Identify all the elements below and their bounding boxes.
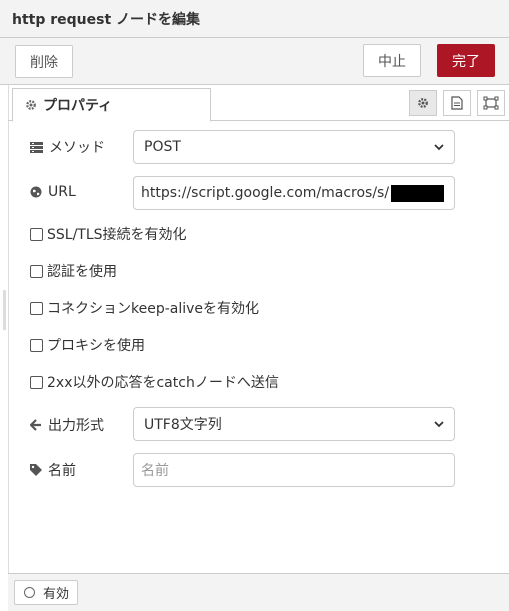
globe-icon: [30, 186, 42, 198]
catch-checkbox-row[interactable]: 2xx以外の応答をcatchノードへ送信: [30, 372, 279, 392]
tab-bar: プロパティ: [8, 85, 509, 122]
title-bar: http request ノードを編集: [0, 0, 509, 38]
tag-icon: [30, 464, 42, 476]
tls-checkbox-label: SSL/TLS接続を有効化: [47, 227, 187, 243]
delete-button[interactable]: 削除: [15, 45, 73, 78]
auth-checkbox-row[interactable]: 認証を使用: [30, 261, 117, 281]
footer: 有効: [8, 573, 509, 611]
output-select[interactable]: UTF8文字列: [133, 407, 455, 441]
url-value: https://script.google.com/macros/s/: [141, 185, 390, 201]
enable-toggle[interactable]: 有効: [14, 580, 78, 605]
url-label: URL: [30, 184, 133, 200]
keepalive-checkbox[interactable]: [30, 301, 43, 315]
proxy-checkbox-label: プロキシを使用: [47, 338, 145, 354]
resize-handle[interactable]: [3, 290, 6, 330]
tab-properties[interactable]: プロパティ: [12, 88, 211, 122]
frame-icon: [483, 96, 499, 110]
url-input[interactable]: https://script.google.com/macros/s/: [133, 176, 455, 210]
gear-icon: [418, 98, 428, 108]
method-value: POST: [144, 139, 181, 155]
proxy-checkbox-row[interactable]: プロキシを使用: [30, 335, 145, 355]
tab-properties-label: プロパティ: [43, 98, 113, 114]
document-icon: [451, 96, 463, 110]
window-title: http request ノードを編集: [12, 11, 201, 28]
catch-checkbox-label: 2xx以外の応答をcatchノードへ送信: [47, 375, 279, 391]
keepalive-checkbox-row[interactable]: コネクションkeep-aliveを有効化: [30, 298, 259, 318]
arrow-left-icon: [30, 419, 41, 431]
tls-checkbox-row[interactable]: SSL/TLS接続を有効化: [30, 224, 187, 244]
redaction-block: [391, 184, 444, 202]
name-row: 名前: [30, 460, 133, 480]
tls-checkbox[interactable]: [30, 227, 43, 241]
settings-tab-button[interactable]: [409, 90, 437, 116]
chevron-down-icon: [434, 144, 444, 151]
proxy-checkbox[interactable]: [30, 338, 43, 352]
name-input[interactable]: 名前: [133, 453, 455, 487]
list-icon: [30, 141, 43, 153]
gear-icon: [26, 100, 36, 110]
name-placeholder: 名前: [141, 463, 169, 479]
toolbar: 削除 中止 完了: [0, 38, 509, 85]
output-label: 出力形式: [30, 415, 133, 435]
method-select[interactable]: POST: [133, 130, 455, 164]
chevron-down-icon: [434, 421, 444, 428]
keepalive-checkbox-label: コネクションkeep-aliveを有効化: [47, 301, 260, 317]
appearance-tab-button[interactable]: [477, 90, 505, 116]
output-value: UTF8文字列: [144, 417, 222, 433]
catch-checkbox[interactable]: [30, 375, 43, 389]
auth-checkbox[interactable]: [30, 264, 43, 278]
cancel-button[interactable]: 中止: [363, 44, 421, 77]
enable-label: 有効: [43, 587, 70, 602]
output-row: 出力形式: [30, 415, 133, 435]
description-tab-button[interactable]: [443, 90, 471, 116]
radio-icon: [24, 587, 35, 598]
method-label: メソッド: [30, 137, 133, 157]
method-row: メソッド: [30, 137, 133, 157]
auth-checkbox-label: 認証を使用: [47, 264, 117, 280]
name-label: 名前: [30, 460, 133, 480]
url-row: URL: [30, 184, 133, 200]
done-button[interactable]: 完了: [437, 44, 495, 77]
left-divider: [8, 85, 9, 575]
